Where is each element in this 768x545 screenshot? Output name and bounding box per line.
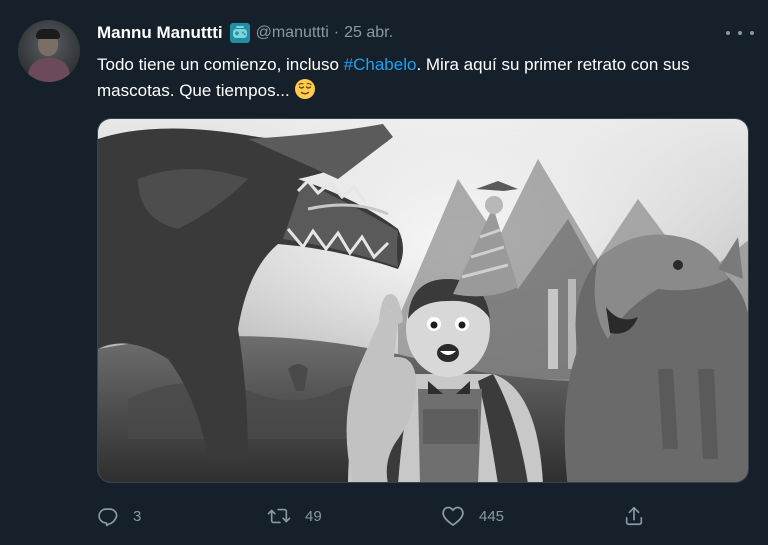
share-icon [625,506,643,526]
reply-button[interactable]: 3 [97,501,141,531]
tweet-actions: 3 49 445 [97,501,657,531]
like-count: 445 [479,507,505,525]
game-controller-icon [229,23,250,43]
share-button[interactable] [623,501,645,531]
heart-icon [442,506,464,526]
hashtag-link[interactable]: #Chabelo [344,55,417,74]
separator-dot: · [333,24,340,41]
tweet-header: Mannu Manuttti @manuttti · 25 abr. [97,21,393,45]
avatar[interactable] [18,20,80,82]
relieved-face-emoji [294,78,316,100]
retweet-count: 49 [305,507,322,525]
more-options-icon[interactable] [726,24,754,42]
tweet-card[interactable]: Mannu Manuttti @manuttti · 25 abr. Todo … [0,0,768,545]
like-button[interactable]: 445 [441,501,504,531]
tweet-text-part-1: Todo tiene un comienzo, incluso [97,55,344,74]
retweet-button[interactable]: 49 [267,501,322,531]
author-handle[interactable]: @manuttti [256,24,329,42]
tweet-image[interactable] [97,118,749,483]
reply-count: 3 [133,507,142,525]
tweet-text: Todo tiene un comienzo, incluso #Chabelo… [97,52,757,104]
avatar-body-shape [28,58,70,82]
author-name[interactable]: Mannu Manuttti [97,23,223,43]
avatar-hair-shape [36,29,60,39]
tweet-date[interactable]: 25 abr. [344,24,393,42]
retweet-icon [267,508,291,524]
reply-icon [98,508,118,527]
